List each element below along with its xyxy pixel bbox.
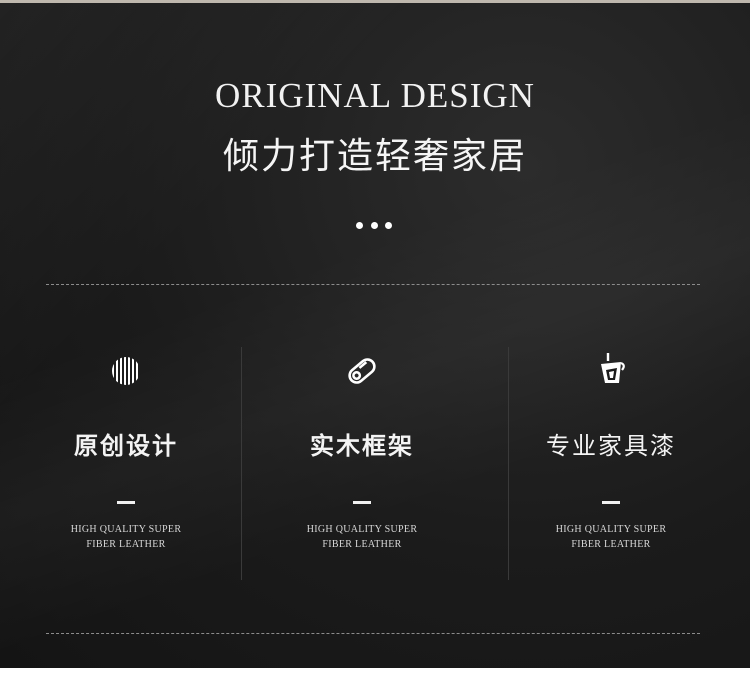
hero-banner: ORIGINAL DESIGN 倾力打造轻奢家居 原创设计 HIGH QUALI… — [0, 0, 750, 668]
feature-furniture-paint: 专业家具漆 HIGH QUALITY SUPER FIBER LEATHER — [491, 350, 731, 552]
feature-dash — [117, 501, 135, 504]
top-border — [0, 0, 750, 3]
ellipsis-dots-icon — [356, 222, 392, 230]
feature-original-design: 原创设计 HIGH QUALITY SUPER FIBER LEATHER — [6, 350, 246, 552]
feature-subtitle: HIGH QUALITY SUPER FIBER LEATHER — [555, 524, 667, 550]
heading-chinese: 倾力打造轻奢家居 — [222, 136, 527, 177]
divider-top — [46, 284, 700, 285]
feature-title: 专业家具漆 — [546, 432, 676, 460]
feature-title: 原创设计 — [74, 432, 178, 460]
heading-english: ORIGINAL DESIGN — [215, 76, 535, 115]
feature-solid-wood-frame: 实木框架 HIGH QUALITY SUPER FIBER LEATHER — [242, 350, 482, 552]
paint-bucket-icon — [601, 353, 625, 383]
striped-circle-icon — [112, 357, 138, 385]
divider-bottom — [46, 633, 700, 634]
feature-title: 实木框架 — [310, 432, 414, 460]
wood-log-icon — [348, 358, 376, 384]
feature-subtitle: HIGH QUALITY SUPER FIBER LEATHER — [306, 524, 418, 550]
feature-subtitle: HIGH QUALITY SUPER FIBER LEATHER — [70, 524, 182, 550]
feature-dash — [353, 501, 371, 504]
feature-dash — [602, 501, 620, 504]
